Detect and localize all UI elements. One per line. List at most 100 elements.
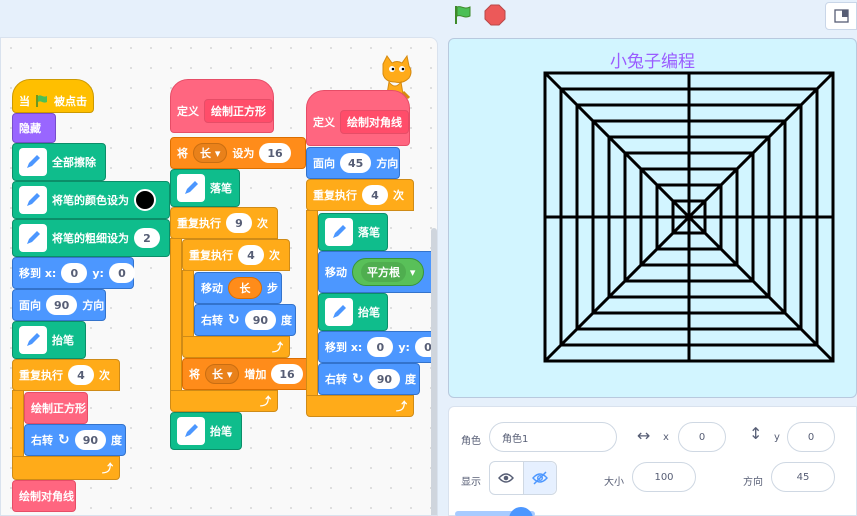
pen-up-block[interactable]: 抬笔 [12, 321, 86, 359]
goto-y-label: y: [92, 266, 104, 280]
pen-color-swatch[interactable] [134, 189, 156, 211]
repeat-footer: ⤴ [12, 456, 120, 480]
sqrt-operator-dropdown[interactable]: 平方根 ▾ [352, 258, 425, 286]
point-direction-block[interactable]: 面向 90 方向 [12, 289, 106, 321]
set-pen-size-block[interactable]: 将笔的粗细设为 2 [12, 219, 170, 257]
change-by-label: 增加 [244, 368, 267, 381]
x-input[interactable]: 0 [678, 422, 726, 452]
repeat-label: 重复执行 [177, 217, 221, 230]
turn-degrees-input[interactable]: 90 [74, 430, 107, 450]
change-variable-block[interactable]: 将 长 ▾ 增加 16 [182, 358, 312, 390]
repeat-unit-label: 次 [393, 189, 404, 202]
goto-y-input[interactable]: 0 [108, 263, 135, 283]
repeat-block[interactable]: 重复执行 4 次 [12, 359, 120, 391]
call-draw-square-block[interactable]: 绘制正方形 [24, 392, 88, 424]
direction-input[interactable]: 90 [46, 295, 78, 315]
clear-label: 全部擦除 [52, 156, 96, 169]
goto-xy-block[interactable]: 移到 x: 0 y: 0 [12, 257, 135, 289]
eye-slash-icon [531, 471, 548, 485]
repeat-count-input[interactable]: 9 [226, 213, 252, 233]
turn-label: 右转 [201, 314, 223, 327]
green-flag-icon [36, 95, 47, 107]
pen-icon [177, 417, 205, 445]
repeat-block[interactable]: 重复执行 4 次 [306, 179, 414, 211]
sprite-name-label: 角色 [461, 436, 481, 447]
stage-layout-button[interactable] [825, 2, 857, 30]
turn-right-block[interactable]: 右转 ↻ 90 度 [318, 363, 420, 395]
repeat-unit-label: 次 [269, 249, 280, 262]
stage[interactable]: 小兔子编程 [448, 38, 857, 398]
goto-x-input[interactable]: 0 [367, 337, 394, 357]
goto-x-input[interactable]: 0 [61, 263, 88, 283]
pen-up-block[interactable]: 抬笔 [170, 412, 242, 450]
define-square-block[interactable]: 定义 绘制正方形 [170, 79, 274, 133]
sprite-info-panel: 角色 角色1 ↔ x 0 ↕ y 0 显示 大小 100 方向 45 [448, 406, 857, 516]
define-label: 定义 [177, 105, 199, 118]
goto-label: 移到 x: [19, 267, 57, 280]
repeat-count-input[interactable]: 4 [362, 185, 388, 205]
variable-dropdown[interactable]: 长 ▾ [205, 364, 240, 384]
small-stage-icon [834, 9, 849, 23]
define-diagonal-block[interactable]: 定义 绘制对角线 [306, 90, 410, 146]
move-steps-block[interactable]: 移动 长 步 [194, 272, 282, 304]
hide-block[interactable]: 隐藏 [12, 113, 56, 143]
pen-size-input[interactable]: 2 [134, 228, 160, 248]
sprite-name-input[interactable]: 角色1 [489, 422, 617, 452]
hide-button[interactable] [523, 462, 556, 494]
pen-down-block[interactable]: 落笔 [170, 169, 240, 207]
length-variable-reporter[interactable]: 长 [228, 277, 262, 299]
pen-icon [19, 186, 47, 214]
sprite-name-value: 角色1 [502, 433, 529, 445]
stop-icon[interactable] [484, 4, 506, 26]
set-value-input[interactable]: 16 [259, 143, 291, 163]
size-input[interactable]: 100 [632, 462, 696, 492]
clicked-label: 被点击 [54, 95, 87, 108]
when-label: 当 [19, 95, 30, 108]
repeat-inner-block[interactable]: 重复执行 4 次 [182, 239, 290, 271]
turn-degrees-input[interactable]: 90 [244, 310, 277, 330]
pen-up-block[interactable]: 抬笔 [318, 293, 388, 331]
turn-right-block[interactable]: 右转 ↻ 90 度 [194, 304, 296, 336]
repeat-count-input[interactable]: 4 [238, 245, 264, 265]
stage-toolbar [0, 0, 857, 32]
turn-unit-label: 度 [281, 314, 293, 327]
y-label: y [774, 432, 780, 443]
y-input[interactable]: 0 [787, 422, 835, 452]
point-direction-block[interactable]: 面向 45 方向 [306, 147, 400, 179]
rotate-right-icon: ↻ [352, 371, 364, 387]
turn-unit-label: 度 [111, 434, 123, 447]
spiderweb-drawing [543, 71, 835, 363]
when-flag-clicked-block[interactable]: 当 被点击 [12, 79, 94, 113]
turn-right-block[interactable]: 右转 ↻ 90 度 [24, 424, 126, 456]
pen-down-block[interactable]: 落笔 [318, 213, 388, 251]
show-button[interactable] [490, 462, 524, 494]
code-vertical-scrollbar[interactable] [431, 228, 437, 515]
set-variable-block[interactable]: 将 长 ▾ 设为 16 [170, 137, 306, 169]
set-size-label: 将笔的粗细设为 [52, 232, 129, 245]
repeat-footer: ⤴ [306, 395, 414, 417]
clear-block[interactable]: 全部擦除 [12, 143, 106, 181]
direction-input[interactable]: 45 [340, 153, 372, 173]
code-workspace[interactable]: 当 被点击 隐藏 全部擦除 将笔的颜色设为 将笔的粗细设为 2 移到 x: 0 … [0, 37, 438, 516]
move-steps-block[interactable]: 移动 平方根 ▾ [318, 251, 437, 293]
turn-degrees-input[interactable]: 90 [368, 369, 401, 389]
y-value: 0 [807, 431, 815, 443]
variable-dropdown[interactable]: 长 ▾ [193, 143, 228, 163]
green-flag-icon[interactable] [452, 4, 474, 26]
repeat-outer-block[interactable]: 重复执行 9 次 [170, 207, 278, 239]
repeat-count-input[interactable]: 4 [68, 365, 94, 385]
call-draw-diagonal-block[interactable]: 绘制对角线 [12, 480, 76, 512]
repeat-arm [306, 210, 318, 400]
goto-xy-block[interactable]: 移到 x: 0 y: 0 [318, 331, 437, 363]
direction-input[interactable]: 45 [771, 462, 835, 492]
change-value-input[interactable]: 16 [271, 364, 303, 384]
pen-icon [325, 218, 353, 246]
set-pen-color-block[interactable]: 将笔的颜色设为 [12, 181, 170, 219]
repeat-label: 重复执行 [189, 249, 233, 262]
loop-arrow-icon: ⤴ [396, 400, 407, 413]
rotate-right-icon: ↻ [228, 312, 240, 328]
define-name: 绘制对角线 [340, 110, 409, 134]
sprite-list-knob[interactable] [509, 507, 533, 516]
sqrt-label: 平方根 [361, 262, 406, 282]
point-label: 面向 [19, 299, 41, 312]
